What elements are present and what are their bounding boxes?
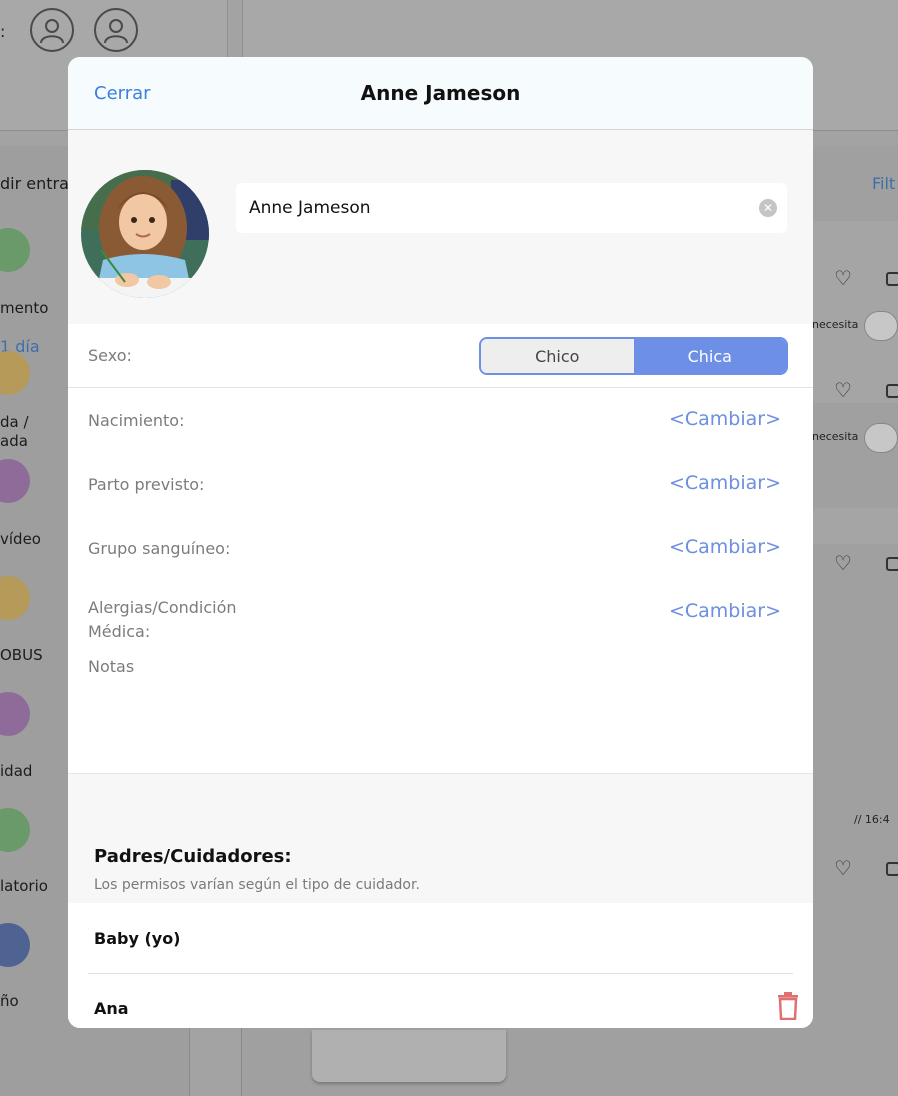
bg-user-icon <box>94 8 138 52</box>
bg-user-icon <box>30 8 74 52</box>
bg-label: mento <box>0 299 49 317</box>
notes-label[interactable]: Notas <box>88 655 134 679</box>
caregivers-subtitle: Los permisos varían según el tipo de cui… <box>94 877 420 893</box>
gender-segmented-control: Chico Chica <box>479 337 788 375</box>
caregiver-item[interactable]: Baby (yo) <box>94 929 181 948</box>
modal-title: Anne Jameson <box>360 81 521 105</box>
gender-option-girl[interactable]: Chica <box>633 339 786 373</box>
bg-timestamp: // 16:4 <box>854 813 890 826</box>
bg-label: ño <box>0 992 19 1010</box>
due-date-label: Parto previsto: <box>88 475 205 494</box>
trash-icon[interactable] <box>777 992 799 1020</box>
bg-toggle <box>864 311 898 341</box>
caregivers-header: Padres/Cuidadores: Los permisos varían s… <box>68 773 813 903</box>
bg-comment-icon <box>886 384 898 398</box>
gender-label: Sexo: <box>88 346 132 365</box>
bg-camera-icon <box>0 459 30 503</box>
bg-label: ada <box>0 432 28 450</box>
birth-change-link[interactable]: <Cambiar> <box>669 408 781 430</box>
bg-label: latorio <box>0 877 48 895</box>
allergies-label-line2: Médica: <box>88 622 151 641</box>
bg-blocks-icon <box>0 692 30 736</box>
allergies-change-link[interactable]: <Cambiar> <box>669 600 781 622</box>
bg-clipboard-icon <box>0 808 30 852</box>
bg-star-icon <box>0 576 30 620</box>
bg-heart-icon: ♡ <box>834 856 852 880</box>
bg-heart-icon: ♡ <box>834 378 852 402</box>
profile-modal: Cerrar Anne Jameson ✕ <box>68 57 813 1028</box>
birth-label: Nacimiento: <box>88 411 185 430</box>
blood-type-change-link[interactable]: <Cambiar> <box>669 536 781 558</box>
bg-colon: : <box>0 22 6 41</box>
divider <box>88 973 793 974</box>
bg-heart-icon: ♡ <box>834 266 852 290</box>
bg-label: da / <box>0 413 29 431</box>
bg-heart-icon: ♡ <box>834 551 852 575</box>
bg-document-icon <box>0 228 30 272</box>
bg-toggle <box>864 423 898 453</box>
bg-filter-link: Filt <box>872 174 896 193</box>
caregivers-list: Baby (yo) Ana <box>68 903 813 1028</box>
modal-header: Cerrar Anne Jameson <box>68 57 813 130</box>
details-section: Sexo: Chico Chica Nacimiento: <Cambiar> … <box>68 324 813 773</box>
divider <box>68 387 813 388</box>
bg-card <box>812 508 898 544</box>
clear-icon[interactable]: ✕ <box>759 199 777 217</box>
due-date-change-link[interactable]: <Cambiar> <box>669 472 781 494</box>
bg-label: necesita <box>812 318 859 331</box>
allergies-label-line1: Alergias/Condición <box>88 598 237 617</box>
bg-label: necesita <box>812 430 859 443</box>
profile-area: ✕ <box>68 130 813 324</box>
bg-label: vídeo <box>0 530 41 548</box>
caregivers-title: Padres/Cuidadores: <box>94 846 292 867</box>
bg-label: OBUS <box>0 646 43 664</box>
caregiver-item[interactable]: Ana <box>94 999 129 1018</box>
child-photo-image <box>81 170 209 298</box>
bg-moon-icon <box>0 923 30 967</box>
name-input[interactable] <box>249 183 749 233</box>
gender-option-boy[interactable]: Chico <box>481 339 634 373</box>
bg-comment-icon <box>886 557 898 571</box>
child-photo[interactable] <box>81 170 209 298</box>
bg-bottom-tab <box>312 1030 506 1082</box>
bg-comment-icon <box>886 862 898 876</box>
name-field: ✕ <box>236 183 787 233</box>
bg-home-icon <box>0 351 30 395</box>
blood-type-label: Grupo sanguíneo: <box>88 539 231 558</box>
bg-comment-icon <box>886 272 898 286</box>
bg-label: idad <box>0 762 33 780</box>
